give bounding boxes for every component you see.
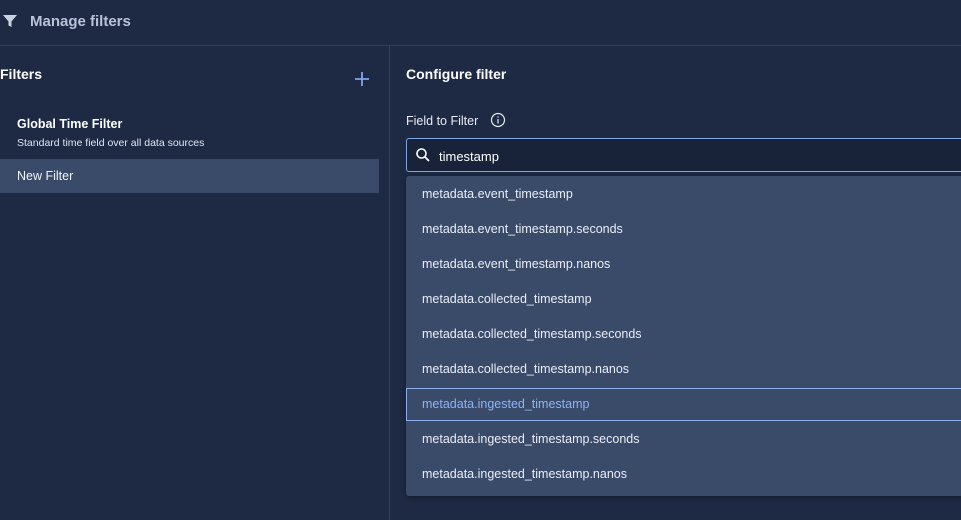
- field-options-dropdown: metadata.event_timestamp metadata.event_…: [406, 176, 961, 496]
- field-option-highlighted[interactable]: metadata.ingested_timestamp: [406, 388, 961, 421]
- filter-item-subtitle: Standard time field over all data source…: [17, 137, 205, 149]
- filter-item-title: New Filter: [17, 169, 74, 183]
- configure-heading: Configure filter: [406, 66, 507, 82]
- configure-panel: Configure filter Field to Filter metadat…: [390, 46, 961, 520]
- dialog-title: Manage filters: [30, 13, 131, 30]
- field-search-box[interactable]: [406, 138, 961, 172]
- field-option[interactable]: metadata.ingested_timestamp.nanos: [406, 458, 961, 491]
- filter-item-title: Global Time Filter: [17, 117, 123, 131]
- field-option[interactable]: metadata.collected_timestamp.seconds: [406, 318, 961, 351]
- field-to-filter-label: Field to Filter: [406, 114, 479, 128]
- filters-panel: Filters Global Time Filter Standard time…: [0, 46, 390, 520]
- filters-heading: Filters: [0, 66, 43, 82]
- field-option[interactable]: metadata.event_timestamp.nanos: [406, 248, 961, 281]
- filter-item-global-time[interactable]: Global Time Filter Standard time field o…: [0, 112, 379, 156]
- field-option[interactable]: metadata.ingested_timestamp.seconds: [406, 423, 961, 456]
- field-option[interactable]: metadata.event_timestamp.seconds: [406, 213, 961, 246]
- field-option[interactable]: metadata.collected_timestamp: [406, 283, 961, 316]
- search-icon: [416, 148, 430, 162]
- plus-icon[interactable]: [353, 70, 371, 88]
- funnel-icon: [3, 15, 17, 27]
- field-option[interactable]: metadata.event_timestamp: [406, 178, 961, 211]
- info-icon[interactable]: [490, 112, 506, 128]
- field-option[interactable]: metadata.collected_timestamp.nanos: [406, 353, 961, 386]
- filter-item-new[interactable]: New Filter: [0, 159, 379, 193]
- field-search-input[interactable]: [437, 144, 961, 168]
- dialog-header: Manage filters: [0, 0, 961, 46]
